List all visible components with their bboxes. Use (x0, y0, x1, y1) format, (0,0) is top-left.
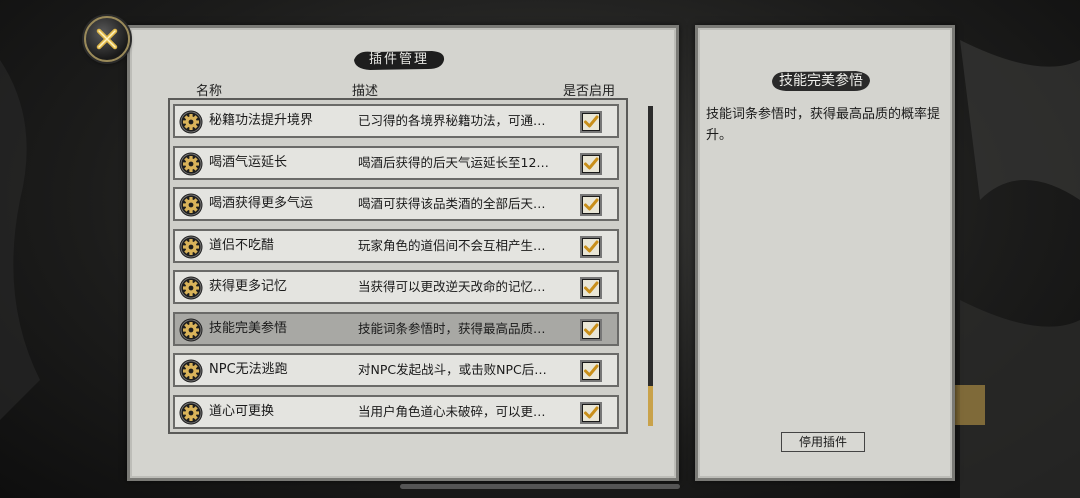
plugin-name: 喝酒气运延长 (209, 154, 288, 170)
plugin-description: 喝酒可获得该品类酒的全部后天… (358, 196, 546, 211)
enabled-checkbox[interactable] (580, 318, 602, 341)
checkmark-icon (582, 404, 600, 422)
plugin-name: 技能完美参悟 (209, 320, 288, 336)
plugin-description: 当用户角色道心未破碎，可以更… (358, 403, 546, 419)
plugin-name: 道侣不吃醋 (209, 237, 275, 253)
plugin-row[interactable]: 道心可更换 当用户角色道心未破碎，可以更… (173, 394, 619, 429)
plugin-name: 秘籍功法提升境界 (209, 113, 314, 128)
gear-icon (179, 193, 203, 217)
enabled-checkbox[interactable] (580, 401, 602, 424)
enabled-checkbox[interactable] (580, 360, 602, 382)
plugin-row[interactable]: 获得更多记忆 当获得可以更改逆天改命的记忆… (173, 270, 619, 304)
close-button[interactable] (84, 16, 130, 62)
plugin-name: 喝酒获得更多气运 (209, 196, 314, 211)
gear-icon (179, 110, 203, 134)
checkmark-icon (582, 113, 600, 131)
scrollbar-track[interactable] (648, 106, 653, 426)
plugin-row[interactable]: NPC无法逃跑 对NPC发起战斗，或击败NPC后… (173, 353, 619, 387)
plugin-description: 玩家角色的道侣间不会互相产生… (358, 237, 546, 253)
plugin-description: 已习得的各境界秘籍功法，可通… (358, 113, 546, 128)
gear-icon (179, 276, 203, 300)
checkmark-icon (582, 321, 600, 339)
enabled-checkbox[interactable] (580, 152, 602, 175)
close-x-icon (96, 28, 118, 50)
plugin-row[interactable]: 喝酒获得更多气运 喝酒可获得该品类酒的全部后天… (173, 187, 619, 221)
plugin-row[interactable]: 秘籍功法提升境界 已习得的各境界秘籍功法，可通… (173, 104, 619, 138)
plugin-name: 获得更多记忆 (209, 279, 288, 294)
gear-icon (179, 152, 203, 176)
plugin-name: 道心可更换 (209, 403, 275, 419)
column-header-desc: 描述 (352, 84, 379, 99)
enabled-checkbox[interactable] (580, 235, 602, 258)
plugin-description: 喝酒后获得的后天气运延长至12… (358, 154, 549, 170)
plugin-row[interactable]: 道侣不吃醋 玩家角色的道侣间不会互相产生… (173, 228, 619, 263)
enabled-checkbox[interactable] (580, 194, 602, 216)
plugin-list[interactable]: 秘籍功法提升境界 已习得的各境界秘籍功法，可通… 喝酒气运延长 喝酒后获得的后天气运延… (168, 98, 628, 434)
column-header-enabled: 是否启用 (563, 84, 616, 99)
plugin-description: 当获得可以更改逆天改命的记忆… (358, 279, 546, 294)
plugin-description: 技能词条参悟时，获得最高品质… (358, 320, 546, 336)
checkmark-icon (582, 279, 600, 297)
checkmark-icon (582, 196, 600, 214)
column-header-name: 名称 (196, 84, 223, 99)
scrollbar-thumb[interactable] (648, 386, 653, 426)
checkmark-icon (582, 362, 600, 380)
gear-icon (179, 235, 203, 259)
enabled-checkbox[interactable] (580, 111, 602, 133)
home-indicator[interactable] (400, 484, 680, 489)
enabled-checkbox[interactable] (580, 277, 602, 299)
detail-title: 技能完美参悟 (779, 73, 863, 89)
checkmark-icon (582, 238, 600, 256)
disable-plugin-button[interactable]: 停用插件 (781, 432, 865, 452)
plugin-row[interactable]: 喝酒气运延长 喝酒后获得的后天气运延长至12… (173, 145, 619, 180)
plugin-description: 对NPC发起战斗，或击败NPC后… (358, 362, 547, 377)
gear-icon (179, 401, 203, 425)
plugin-row[interactable]: 技能完美参悟 技能词条参悟时，获得最高品质… (173, 311, 619, 346)
plugin-detail-panel: 技能完美参悟 技能词条参悟时，获得最高品质的概率提升。 停用插件 (695, 25, 955, 481)
checkmark-icon (582, 155, 600, 173)
plugin-name: NPC无法逃跑 (209, 362, 288, 377)
gear-icon (179, 318, 203, 342)
panel-title: 插件管理 (368, 52, 429, 67)
plugin-manager-panel: 插件管理 名称 描述 是否启用 秘籍功法提升境界 已习得的各境界秘籍功法，可通… 喝… (127, 25, 679, 481)
gear-icon (179, 359, 203, 383)
detail-description: 技能词条参悟时，获得最高品质的概率提升。 (706, 107, 941, 143)
